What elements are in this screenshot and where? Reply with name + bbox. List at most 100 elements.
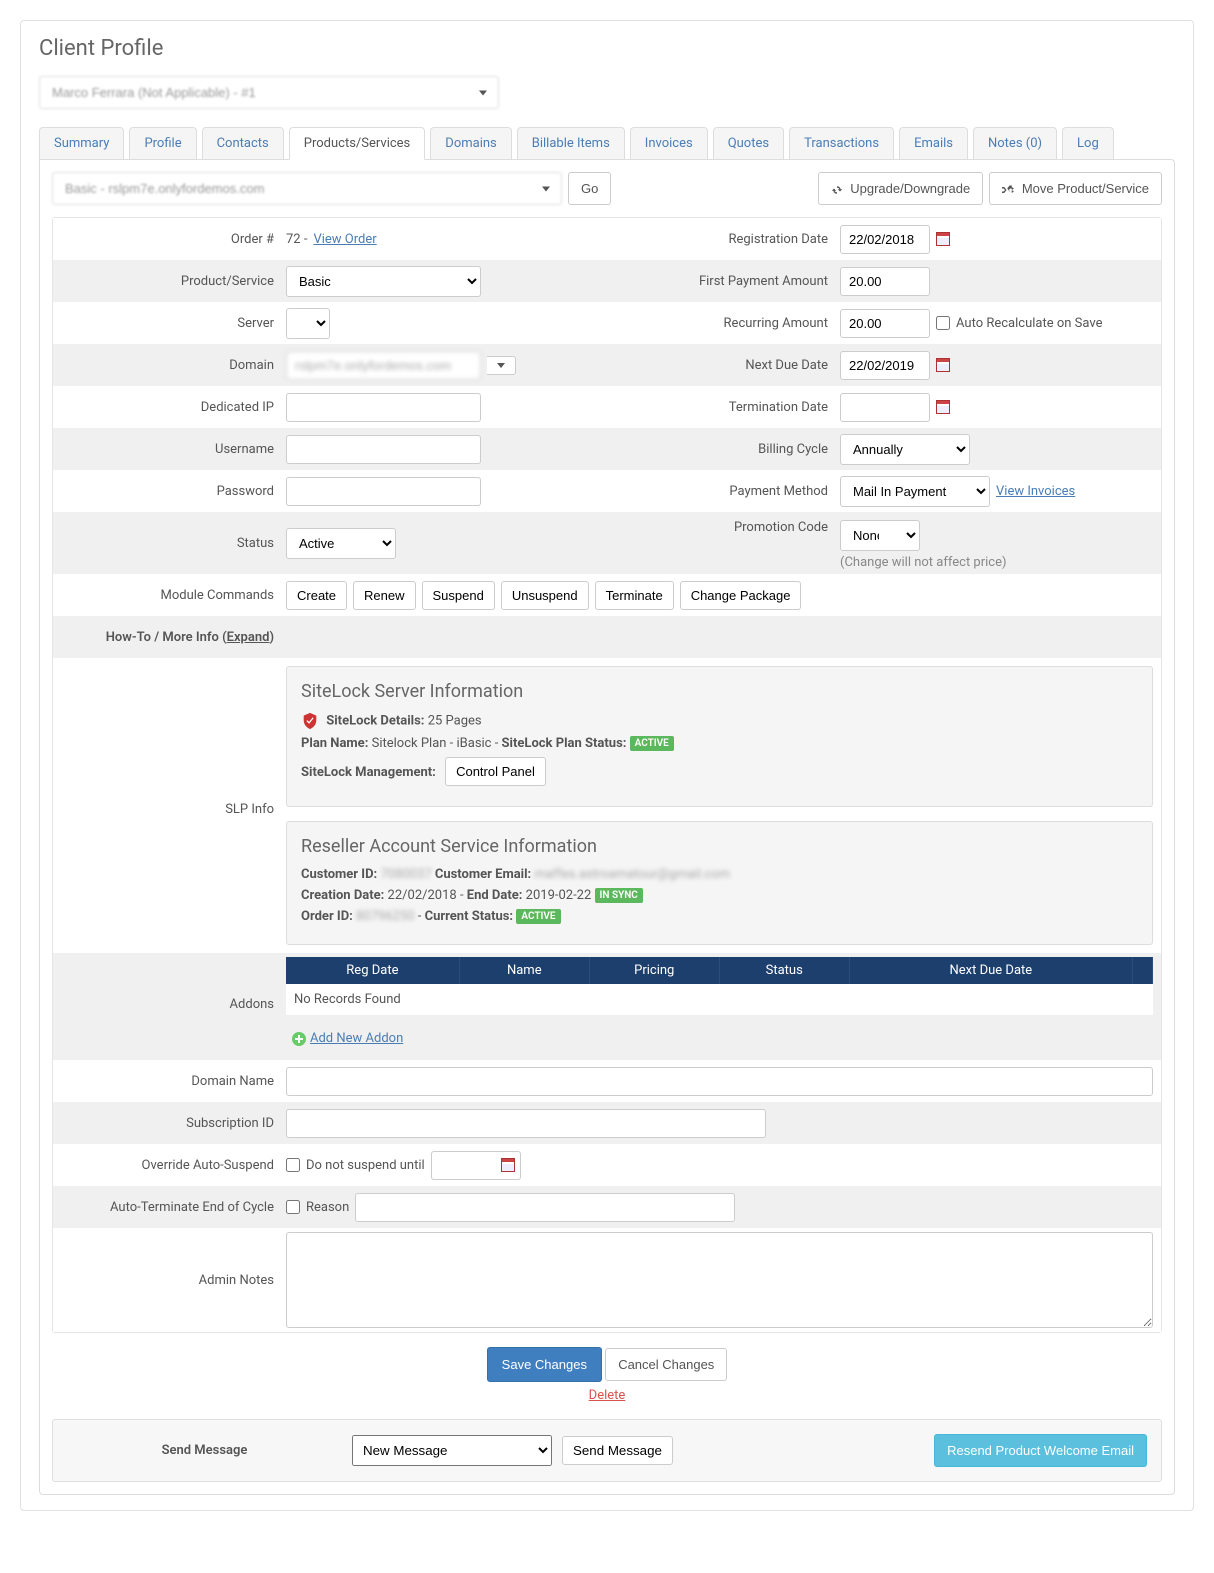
auto-recalc-label: Auto Recalculate on Save — [956, 316, 1102, 331]
domain-input[interactable] — [286, 351, 481, 380]
unsuspend-button[interactable]: Unsuspend — [501, 581, 589, 610]
col-blank — [1133, 957, 1153, 984]
product-label: Product/Service — [61, 274, 286, 289]
expand-link[interactable]: Expand — [227, 630, 270, 645]
termination-label: Termination Date — [615, 400, 840, 415]
next-due-input[interactable] — [840, 351, 930, 380]
tab-contacts[interactable]: Contacts — [202, 127, 284, 159]
recurring-label: Recurring Amount — [615, 316, 840, 331]
move-product-button[interactable]: Move Product/Service — [989, 172, 1162, 205]
suspend-button[interactable]: Suspend — [422, 581, 495, 610]
client-selector[interactable]: Marco Ferrara (Not Applicable) - #1 — [39, 76, 499, 109]
control-panel-button[interactable]: Control Panel — [445, 757, 546, 786]
col-next-due: Next Due Date — [849, 957, 1132, 984]
tab-profile[interactable]: Profile — [129, 127, 196, 159]
page-title: Client Profile — [39, 36, 1175, 61]
slp-info-label: SLP Info — [61, 662, 286, 949]
send-message-label: Send Message — [67, 1443, 342, 1458]
product-select-dropdown[interactable]: Basic - rslpm7e.onlyfordemos.com — [52, 172, 562, 205]
status-label: Status — [61, 536, 286, 551]
status-select[interactable]: Active — [286, 528, 396, 559]
cancel-button[interactable]: Cancel Changes — [605, 1348, 727, 1381]
go-button[interactable]: Go — [568, 172, 611, 205]
caret-down-icon — [479, 90, 487, 95]
view-invoices-link[interactable]: View Invoices — [996, 484, 1075, 499]
resend-welcome-button[interactable]: Resend Product Welcome Email — [934, 1434, 1147, 1467]
upgrade-downgrade-button[interactable]: Upgrade/Downgrade — [818, 172, 984, 205]
override-label: Override Auto-Suspend — [61, 1158, 286, 1173]
save-button[interactable]: Save Changes — [487, 1347, 602, 1382]
reseller-title: Reseller Account Service Information — [301, 836, 1138, 857]
terminate-button[interactable]: Terminate — [595, 581, 674, 610]
notes-label: Admin Notes — [61, 1232, 286, 1328]
calendar-icon[interactable] — [501, 1158, 515, 1172]
auto-recalc-checkbox[interactable] — [936, 316, 950, 330]
product-toolbar: Basic - rslpm7e.onlyfordemos.com Go Upgr… — [52, 172, 1162, 205]
domain-dropdown-button[interactable] — [487, 356, 516, 375]
override-check-label: Do not suspend until — [306, 1158, 425, 1173]
tab-notes[interactable]: Notes (0) — [973, 127, 1057, 159]
tab-summary[interactable]: Summary — [39, 127, 124, 159]
server-select[interactable] — [286, 308, 330, 339]
override-checkbox[interactable] — [286, 1158, 300, 1172]
refresh-icon — [831, 184, 843, 196]
product-selector[interactable]: Basic - rslpm7e.onlyfordemos.com — [52, 172, 562, 205]
active-badge: ACTIVE — [516, 909, 560, 924]
tab-billable-items[interactable]: Billable Items — [517, 127, 625, 159]
calendar-icon[interactable] — [936, 358, 950, 372]
termination-input[interactable] — [840, 393, 930, 422]
message-select[interactable]: New Message — [352, 1435, 552, 1466]
send-message-panel: Send Message New Message Send Message Re… — [52, 1419, 1162, 1482]
col-reg-date: Reg Date — [286, 957, 459, 984]
server-label: Server — [61, 316, 286, 331]
tab-log[interactable]: Log — [1062, 127, 1114, 159]
reason-input[interactable] — [355, 1193, 735, 1222]
promo-label: Promotion Code — [615, 520, 840, 535]
calendar-icon[interactable] — [936, 400, 950, 414]
tab-transactions[interactable]: Transactions — [789, 127, 894, 159]
payment-select[interactable]: Mail In Payment — [840, 476, 990, 507]
send-message-button[interactable]: Send Message — [562, 1436, 673, 1465]
product-select[interactable]: Basic — [286, 266, 481, 297]
module-commands-label: Module Commands — [61, 588, 286, 603]
change-package-button[interactable]: Change Package — [680, 581, 802, 610]
password-input[interactable] — [286, 477, 481, 506]
add-new-addon-link[interactable]: Add New Addon — [310, 1031, 403, 1046]
active-badge: ACTIVE — [630, 736, 674, 751]
tab-emails[interactable]: Emails — [899, 127, 968, 159]
delete-link[interactable]: Delete — [52, 1388, 1162, 1403]
addons-label: Addons — [61, 957, 286, 1056]
reg-date-label: Registration Date — [615, 232, 840, 247]
renew-button[interactable]: Renew — [353, 581, 415, 610]
domain-name-input[interactable] — [286, 1067, 1153, 1096]
create-button[interactable]: Create — [286, 581, 347, 610]
admin-notes-textarea[interactable] — [286, 1232, 1153, 1328]
dedicated-ip-label: Dedicated IP — [61, 400, 286, 415]
plus-icon — [292, 1032, 306, 1046]
subscription-label: Subscription ID — [61, 1116, 286, 1131]
order-value: 72 - — [286, 232, 307, 247]
billing-select[interactable]: Annually — [840, 434, 970, 465]
payment-label: Payment Method — [615, 484, 840, 499]
autoterm-checkbox[interactable] — [286, 1200, 300, 1214]
calendar-icon[interactable] — [936, 232, 950, 246]
subscription-input[interactable] — [286, 1109, 766, 1138]
tab-quotes[interactable]: Quotes — [713, 127, 784, 159]
client-select-dropdown[interactable]: Marco Ferrara (Not Applicable) - #1 — [39, 76, 499, 109]
reseller-panel: Reseller Account Service Information Cus… — [286, 821, 1153, 945]
col-name: Name — [459, 957, 589, 984]
recurring-input[interactable] — [840, 309, 930, 338]
promo-select[interactable]: None — [840, 520, 920, 551]
dedicated-ip-input[interactable] — [286, 393, 481, 422]
view-order-link[interactable]: View Order — [313, 232, 376, 247]
tab-products-services[interactable]: Products/Services — [289, 127, 426, 160]
first-pay-input[interactable] — [840, 267, 930, 296]
reg-date-input[interactable] — [840, 225, 930, 254]
tab-invoices[interactable]: Invoices — [630, 127, 708, 159]
form-panel: Order # 72 - View Order Registration Dat… — [52, 217, 1162, 1333]
sitelock-panel: SiteLock Server Information SiteLock Det… — [286, 666, 1153, 807]
username-input[interactable] — [286, 435, 481, 464]
tab-domains[interactable]: Domains — [430, 127, 511, 159]
no-records: No Records Found — [286, 984, 1153, 1015]
next-due-label: Next Due Date — [615, 358, 840, 373]
